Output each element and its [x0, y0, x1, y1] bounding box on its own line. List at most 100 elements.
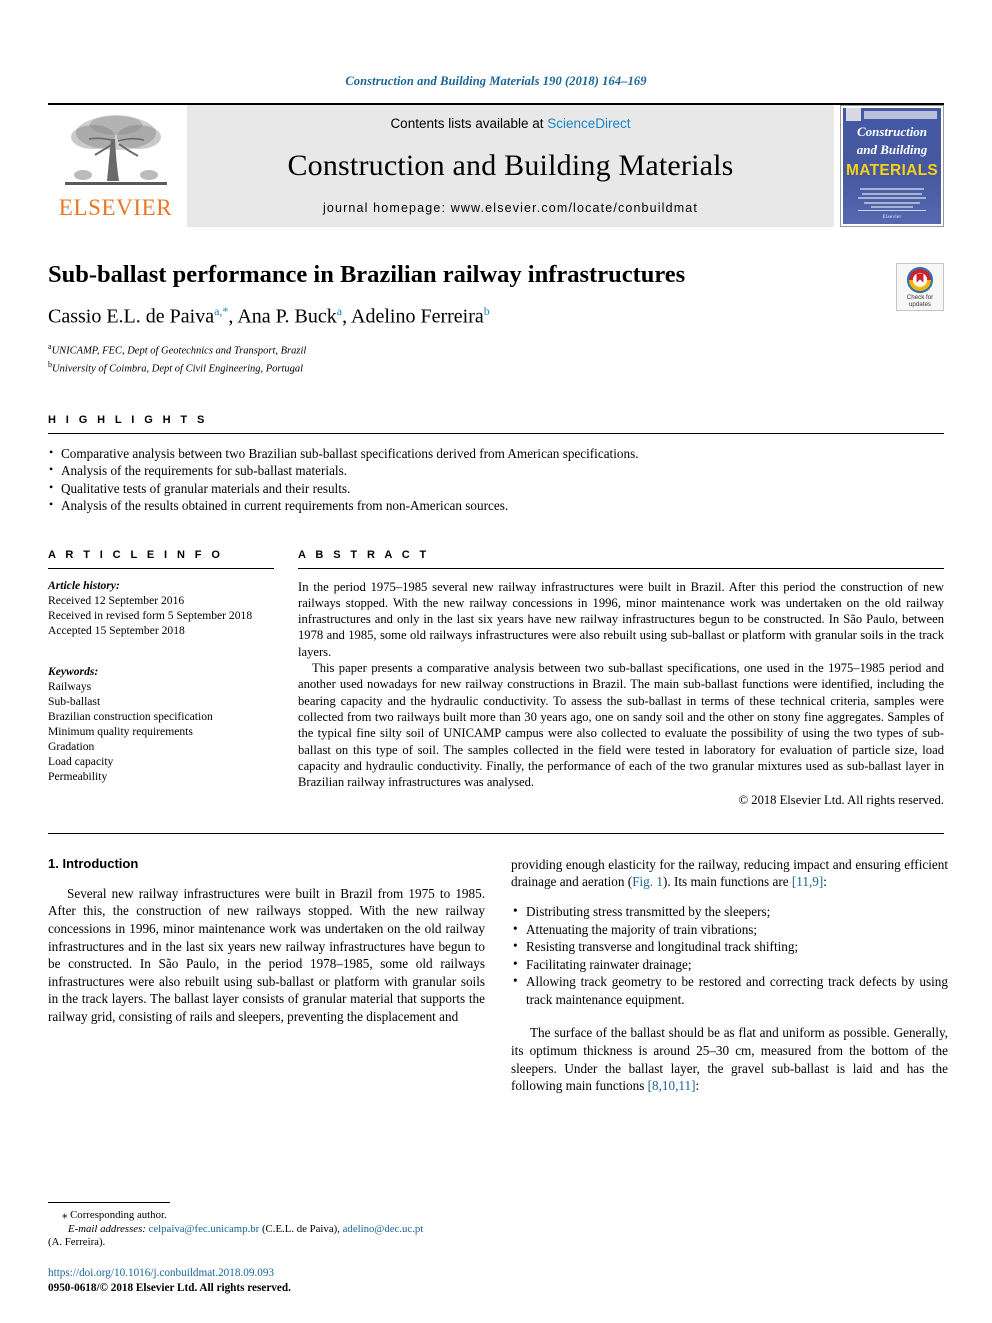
title-block: Check for updates Sub-ballast performanc…: [48, 261, 944, 376]
keyword: Brazilian construction specification: [48, 709, 213, 723]
abstract-body: In the period 1975–1985 several new rail…: [298, 579, 944, 809]
list-item: Facilitating rainwater drainage;: [511, 955, 948, 974]
citation-link-11-9[interactable]: [11,9]: [792, 874, 823, 889]
history-item: Received 12 September 2016: [48, 593, 185, 607]
highlights-heading: H I G H L I G H T S: [48, 413, 208, 426]
intro-paragraph-right: providing enough elasticity for the rail…: [511, 856, 948, 891]
list-item: Attenuating the majority of train vibrat…: [511, 920, 948, 939]
keyword: Gradation: [48, 739, 95, 753]
article-info-column: A R T I C L E I N F O Article history: R…: [48, 549, 298, 809]
highlights-list: Comparative analysis between two Brazili…: [48, 444, 944, 515]
cover-footer: Elsevier: [882, 215, 902, 221]
intro-paragraph-left: Several new railway infrastructures were…: [48, 885, 485, 1024]
abstract-divider: [298, 567, 944, 569]
email-link-paiva[interactable]: celpaiva@fec.unicamp.br: [149, 1223, 260, 1235]
author-name: Ana P. Buck: [237, 305, 337, 328]
list-item: Analysis of the results obtained in curr…: [48, 496, 944, 515]
corresponding-author-note: ⁎ Corresponding author. E-mail addresses…: [48, 1209, 485, 1250]
intro-right-text-b: ). Its main functions are: [662, 874, 792, 890]
sciencedirect-link[interactable]: ScienceDirect: [547, 116, 630, 131]
doi-link[interactable]: https://doi.org/10.1016/j.conbuildmat.20…: [48, 1266, 485, 1281]
intro-last-text-a: The surface of the ballast should be as …: [511, 1025, 948, 1094]
list-item: Qualitative tests of granular materials …: [48, 479, 944, 498]
info-abstract-section: A R T I C L E I N F O Article history: R…: [48, 549, 944, 809]
body-columns: 1. Introduction Several new railway infr…: [48, 856, 948, 1095]
abstract-column: A B S T R A C T In the period 1975–1985 …: [298, 549, 944, 809]
cover-line-1: Construction: [856, 124, 928, 139]
keyword: Railways: [48, 679, 92, 693]
list-item: Analysis of the requirements for sub-bal…: [48, 461, 944, 480]
left-column: 1. Introduction Several new railway infr…: [48, 856, 485, 1095]
page-title: Sub-ballast performance in Brazilian rai…: [48, 261, 686, 288]
corresponding-marker: ⁎: [62, 1209, 68, 1222]
paper-page: Construction and Building Materials 190 …: [0, 0, 992, 1323]
contents-prefix: Contents lists available at: [390, 116, 548, 131]
author-list: Cassio E.L. de Paivaa,*, Ana P. Bucka, A…: [48, 303, 490, 328]
list-item: Distributing stress transmitted by the s…: [511, 902, 948, 921]
intro-last-text-b: :: [695, 1078, 700, 1094]
email-label: E-mail addresses:: [68, 1222, 146, 1235]
figure-reference-link[interactable]: Fig. 1: [632, 874, 663, 889]
highlights-divider: [48, 432, 944, 434]
keyword: Sub-ballast: [48, 694, 101, 708]
intro-right-text-c: :: [823, 874, 827, 890]
journal-title: Construction and Building Materials: [287, 149, 734, 182]
cover-line-3: MATERIALS: [846, 162, 938, 179]
abstract-paragraph: In the period 1975–1985 several new rail…: [298, 579, 944, 659]
issn-copyright: © 2018 Elsevier Ltd. All rights reserved…: [99, 1281, 291, 1294]
masthead-center: Contents lists available at ScienceDirec…: [187, 105, 834, 227]
intro-last-paragraph: The surface of the ballast should be as …: [511, 1024, 948, 1094]
affiliation: bUniversity of Coimbra, Dept of Civil En…: [48, 358, 944, 376]
article-info-heading: A R T I C L E I N F O: [48, 548, 224, 561]
section-heading-introduction: 1. Introduction: [48, 855, 139, 871]
cover-line-2: and Building: [856, 142, 928, 157]
article-info-divider: [48, 567, 274, 569]
crossmark-badge[interactable]: Check for updates: [896, 263, 944, 311]
abstract-heading: A B S T R A C T: [298, 548, 430, 561]
crossmark-label-1: Check for: [906, 293, 934, 301]
history-item: Received in revised form 5 September 201…: [48, 608, 253, 622]
list-item: Allowing track geometry to be restored a…: [511, 972, 948, 1008]
footnote-block: ⁎ Corresponding author. E-mail addresses…: [48, 1202, 485, 1295]
keyword: Minimum quality requirements: [48, 724, 193, 738]
section-divider: [48, 832, 944, 834]
keywords-label: Keywords:: [48, 664, 99, 678]
journal-homepage[interactable]: journal homepage: www.elsevier.com/locat…: [323, 201, 698, 215]
article-history-label: Article history:: [48, 578, 120, 592]
ballast-functions-list: Distributing stress transmitted by the s…: [511, 902, 948, 1009]
crossmark-icon: [907, 266, 933, 293]
journal-masthead: ELSEVIER Contents lists available at Sci…: [48, 103, 944, 227]
abstract-copyright: © 2018 Elsevier Ltd. All rights reserved…: [738, 793, 944, 808]
abstract-paragraph: This paper presents a comparative analys…: [298, 661, 944, 790]
email-link-ferreira[interactable]: adelino@dec.uc.pt: [343, 1223, 424, 1235]
crossmark-label-2: updates: [908, 300, 931, 308]
affiliation: aUNICAMP, FEC, Dept of Geotechnics and T…: [48, 340, 944, 358]
affiliation-text: UNICAMP, FEC, Dept of Geotechnics and Tr…: [51, 345, 307, 357]
list-item: Resisting transverse and longitudinal tr…: [511, 937, 948, 956]
author-marks: a,*: [214, 303, 229, 318]
keyword: Load capacity: [48, 754, 114, 768]
keyword: Permeability: [48, 769, 108, 783]
doi-block: https://doi.org/10.1016/j.conbuildmat.20…: [48, 1266, 485, 1295]
author-marks: b: [483, 303, 490, 318]
author-name: Adelino Ferreira: [351, 305, 484, 328]
keywords-block: Keywords: Railways Sub-ballast Brazilian…: [48, 664, 274, 784]
contents-line: Contents lists available at ScienceDirec…: [390, 116, 630, 131]
elsevier-wordmark: ELSEVIER: [58, 195, 173, 220]
email-owner-paiva: (C.E.L. de Paiva),: [261, 1222, 340, 1235]
affiliation-text: University of Coimbra, Dept of Civil Eng…: [52, 363, 304, 375]
highlights-section: H I G H L I G H T S Comparative analysis…: [48, 414, 944, 515]
footnote-divider: [48, 1202, 170, 1204]
email-owner-ferreira: (A. Ferreira).: [48, 1236, 106, 1249]
author-name: Cassio E.L. de Paiva: [48, 305, 215, 328]
list-item: Comparative analysis between two Brazili…: [48, 444, 944, 463]
corresponding-author-text: Corresponding author.: [70, 1209, 167, 1222]
author-marks: a: [336, 303, 343, 318]
citation-link-8-10-11[interactable]: [8,10,11]: [648, 1078, 696, 1093]
right-column: providing enough elasticity for the rail…: [511, 856, 948, 1095]
history-item: Accepted 15 September 2018: [48, 623, 185, 637]
running-head: Construction and Building Materials 190 …: [345, 74, 647, 88]
issn-number: 0950-0618/: [48, 1281, 100, 1294]
journal-cover-thumbnail: Construction and Building MATERIALS Else…: [840, 105, 944, 227]
elsevier-logo: ELSEVIER: [48, 105, 183, 227]
